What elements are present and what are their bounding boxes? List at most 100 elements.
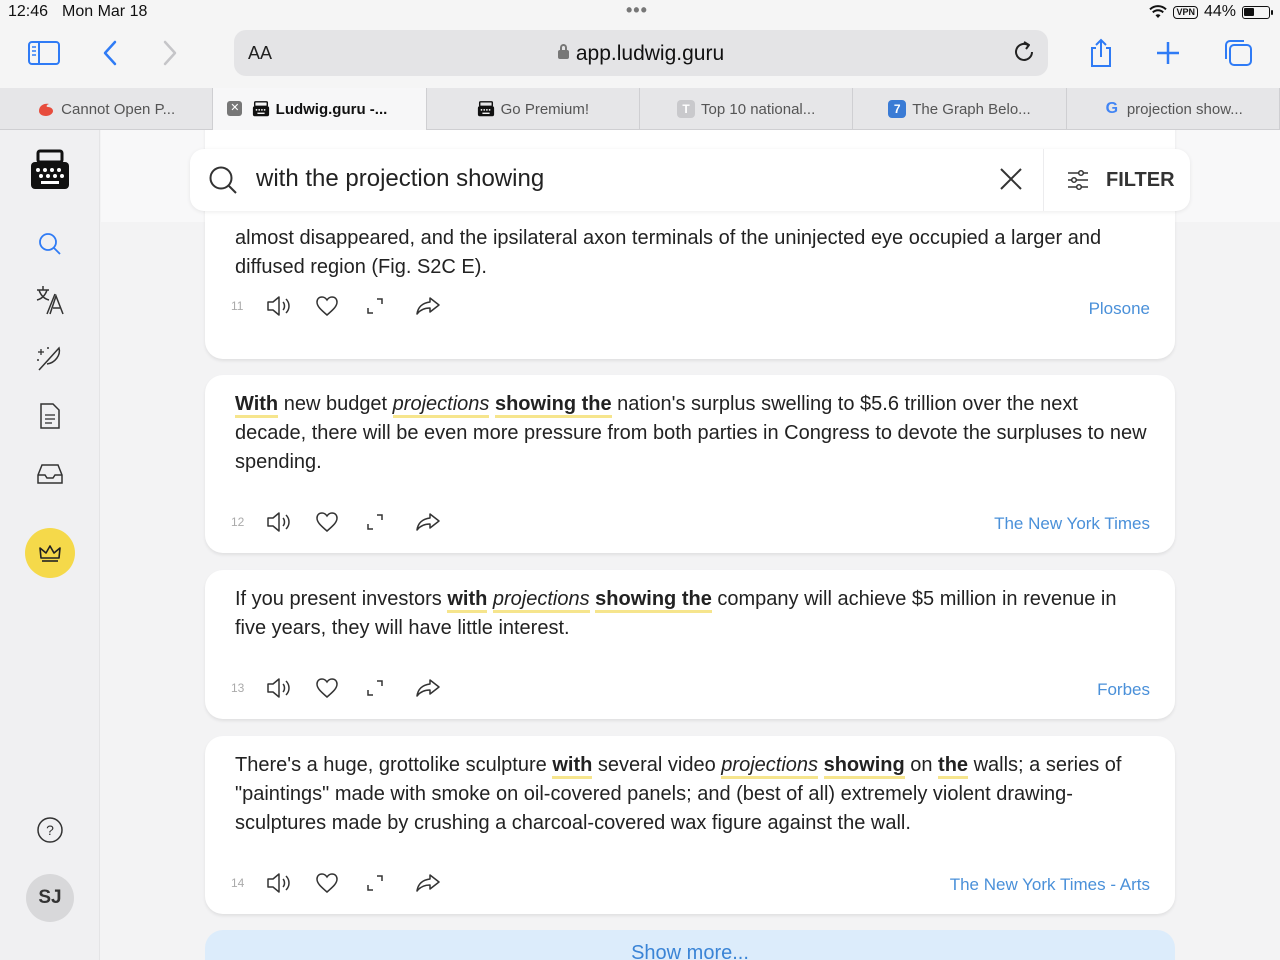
expand-icon[interactable] [365, 296, 415, 316]
svg-text:?: ? [46, 822, 54, 838]
result-card: There's a huge, grottolike sculpture wit… [205, 736, 1175, 914]
battery-percent: 44% [1203, 3, 1236, 20]
seven-favicon-icon: 7 [888, 100, 907, 118]
result-number: 14 [231, 876, 245, 890]
speaker-icon[interactable] [265, 871, 315, 895]
result-card: If you present investors with projection… [205, 570, 1175, 719]
typewriter-favicon-icon [252, 100, 270, 118]
heart-icon[interactable] [315, 872, 365, 894]
sentence-fragment: new budget [278, 393, 393, 415]
back-icon[interactable] [90, 36, 130, 70]
highlighted-match: showing the [494, 393, 612, 418]
magic-quill-icon[interactable] [25, 338, 75, 378]
search-input[interactable]: with the projection showing [256, 165, 544, 193]
google-favicon-icon: G [1105, 100, 1119, 117]
heart-icon[interactable] [315, 511, 365, 533]
search-icon [208, 165, 238, 200]
tab-label: The Graph Belo... [912, 100, 1031, 118]
tab-graph[interactable]: 7 The Graph Belo... [853, 88, 1067, 130]
clear-search-icon[interactable] [998, 165, 1024, 198]
tab-label: Cannot Open P... [61, 100, 176, 118]
highlighted-match: showing the [595, 588, 712, 613]
new-tab-icon[interactable] [1148, 36, 1188, 70]
result-number: 13 [231, 681, 245, 695]
close-tab-icon[interactable]: ✕ [227, 101, 243, 116]
highlighted-match: With [235, 393, 279, 418]
card-actions: 13 [231, 676, 465, 700]
highlighted-match: with [447, 588, 488, 613]
share-arrow-icon[interactable] [415, 678, 465, 698]
battery-icon [1242, 5, 1273, 19]
source-link[interactable]: The New York Times [994, 514, 1150, 534]
multitasking-dots[interactable]: ••• [626, 0, 648, 21]
help-icon[interactable]: ? [25, 810, 75, 850]
source-link[interactable]: Forbes [1097, 680, 1150, 700]
share-arrow-icon[interactable] [415, 873, 465, 893]
sidebar-toggle-icon[interactable] [24, 36, 64, 70]
tab-label: Go Premium! [500, 100, 589, 118]
filter-label: FILTER [1106, 168, 1175, 191]
sentence-text: almost disappeared, and the ipsilateral … [235, 224, 1151, 282]
share-arrow-icon[interactable] [415, 512, 465, 532]
speaker-icon[interactable] [265, 676, 315, 700]
tab-overview-icon[interactable] [1218, 36, 1258, 70]
speaker-icon[interactable] [265, 510, 315, 534]
address-bar[interactable]: AA app.ludwig.guru [234, 30, 1048, 76]
tab-go-premium[interactable]: Go Premium! [427, 88, 640, 130]
lock-icon [557, 44, 569, 59]
url-text: app.ludwig.guru [234, 42, 1048, 66]
translate-icon[interactable] [25, 280, 75, 320]
ludwig-logo-icon[interactable] [25, 148, 75, 192]
search-bar[interactable]: with the projection showing FILTER [190, 149, 1190, 211]
expand-icon[interactable] [365, 512, 415, 532]
vpn-badge: VPN [1173, 5, 1198, 19]
source-link[interactable]: Plosone [1089, 299, 1150, 319]
fire-favicon-icon [37, 100, 55, 118]
share-arrow-icon[interactable] [415, 296, 465, 316]
highlighted-variant: projections [721, 754, 819, 779]
app-sidebar: ? SJ [0, 130, 100, 960]
search-nav-icon[interactable] [25, 224, 75, 264]
browser-toolbar: AA app.ludwig.guru [0, 26, 1280, 88]
expand-icon[interactable] [365, 873, 415, 893]
status-date: Mon Mar 18 [62, 3, 148, 20]
tab-label: Ludwig.guru -... [275, 100, 388, 118]
share-icon[interactable] [1081, 36, 1121, 70]
card-actions: 12 [231, 510, 465, 534]
sentence-fragment: If you present investors [235, 588, 448, 610]
crown-icon [39, 545, 61, 562]
wifi-icon [1149, 5, 1168, 18]
reload-icon[interactable] [1012, 40, 1036, 69]
tab-google[interactable]: G projection show... [1067, 88, 1280, 130]
url-value: app.ludwig.guru [575, 42, 725, 65]
highlighted-match: with [552, 754, 593, 779]
heart-icon[interactable] [315, 677, 365, 699]
main-content: with the projection showing FILTER almos… [101, 130, 1280, 960]
inbox-icon[interactable] [25, 454, 75, 494]
typewriter-favicon-icon [477, 100, 495, 118]
result-card: With new budget projections showing the … [205, 375, 1175, 553]
source-link[interactable]: The New York Times - Arts [950, 875, 1150, 895]
heart-icon[interactable] [315, 295, 365, 317]
document-icon[interactable] [25, 396, 75, 436]
sentence-fragment: There's a huge, grottolike sculpture [235, 754, 553, 776]
sentence-text: With new budget projections showing the … [235, 390, 1151, 477]
card-actions: 14 [231, 871, 465, 895]
tab-cannot-open[interactable]: Cannot Open P... [0, 88, 214, 130]
forward-icon[interactable] [150, 36, 190, 70]
speaker-icon[interactable] [265, 294, 315, 318]
tab-top-10[interactable]: T Top 10 national... [640, 88, 854, 130]
status-right: VPN 44% [1149, 3, 1273, 21]
avatar[interactable]: SJ [26, 874, 74, 922]
show-more-button[interactable]: Show more... [205, 930, 1175, 960]
sentence-fragment: on [904, 754, 939, 776]
filter-sliders-icon [1068, 169, 1088, 191]
filter-button[interactable]: FILTER [1043, 149, 1190, 211]
tab-label: projection show... [1126, 100, 1243, 118]
expand-icon[interactable] [365, 678, 415, 698]
card-actions: 11 [231, 294, 465, 318]
sentence-fragment [818, 754, 824, 776]
result-number: 11 [231, 299, 244, 313]
premium-crown-button[interactable] [25, 528, 75, 578]
tab-ludwig[interactable]: ✕ Ludwig.guru -... [213, 88, 427, 130]
